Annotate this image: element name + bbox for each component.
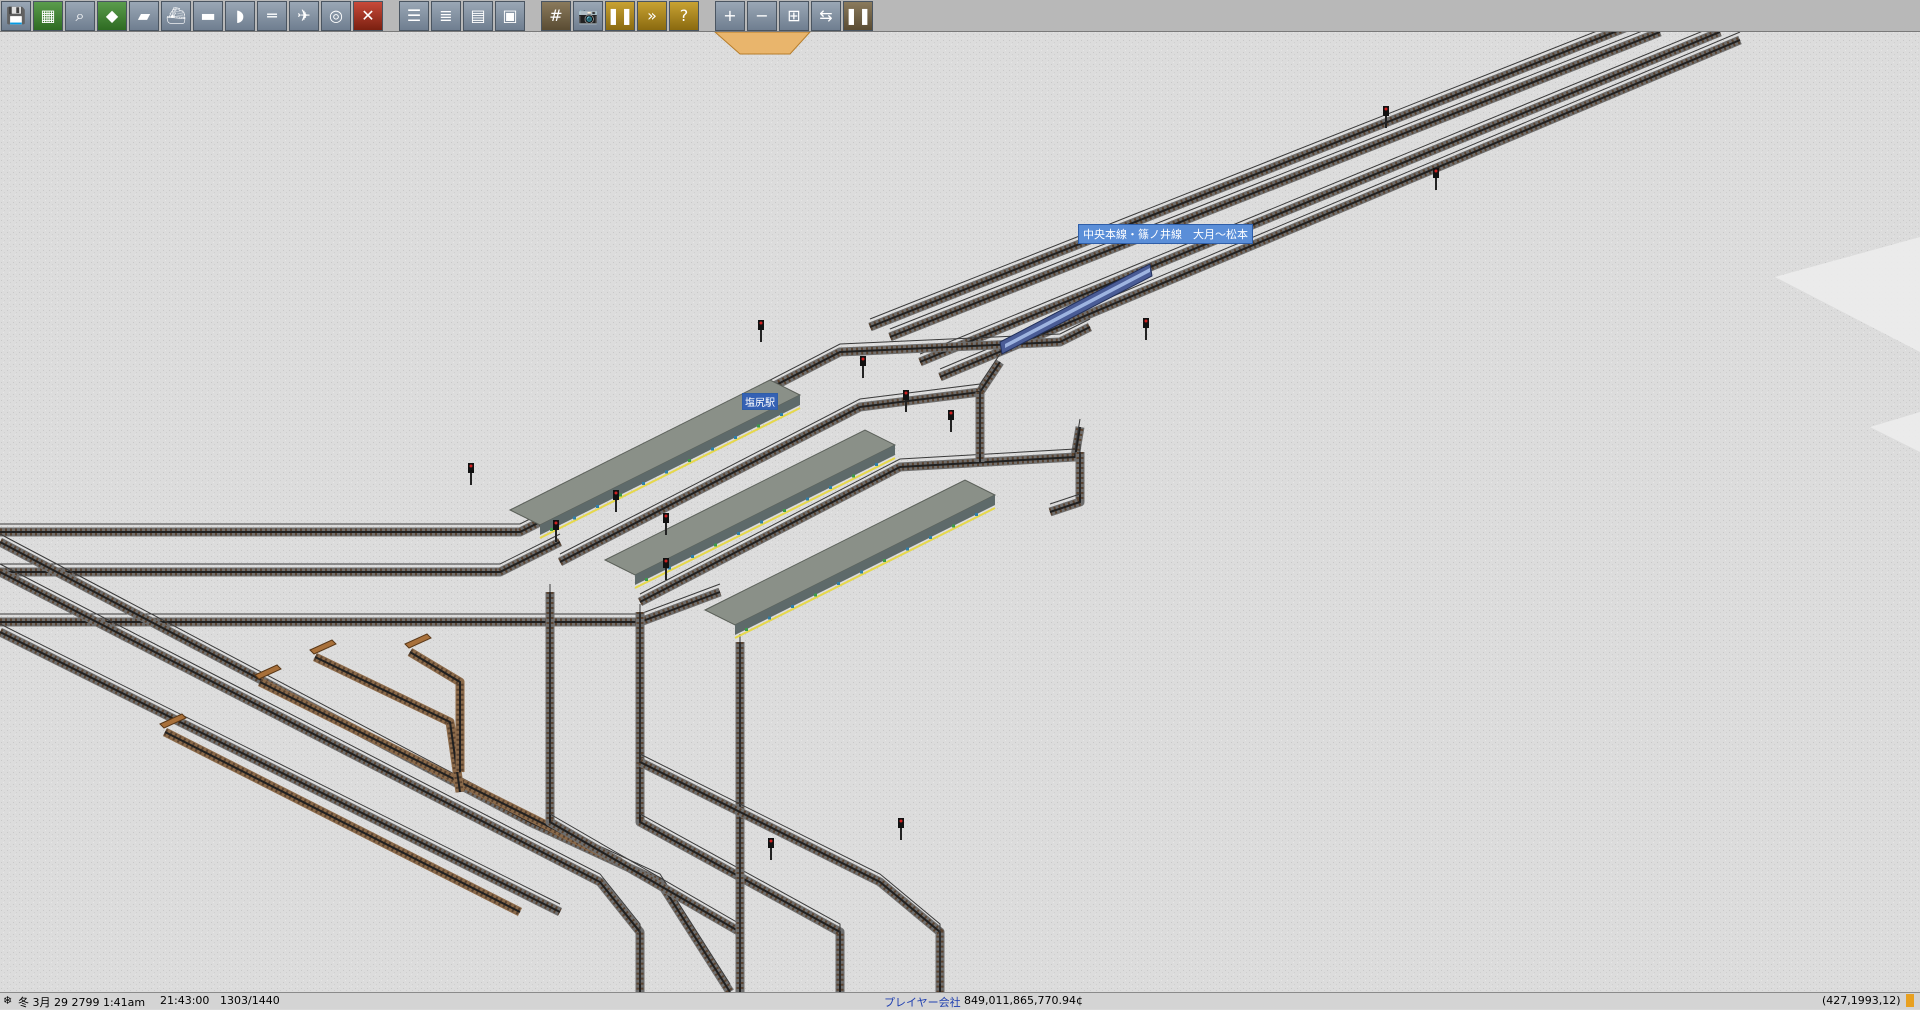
- remove-icon[interactable]: ✕: [353, 1, 383, 31]
- target-icon[interactable]: ◎: [321, 1, 351, 31]
- company-name[interactable]: プレイヤー会社: [884, 994, 961, 1010]
- date-time: 冬 3月 29 2799 1:41am: [18, 996, 146, 1009]
- pause-icon[interactable]: ❚❚: [605, 1, 635, 31]
- grid-icon[interactable]: ⊞: [779, 1, 809, 31]
- time-ratio: 1303/1440: [220, 994, 280, 1007]
- game-map[interactable]: [0, 32, 1920, 992]
- tram-icon[interactable]: ◗: [225, 1, 255, 31]
- fast-forward-icon[interactable]: »: [637, 1, 667, 31]
- pause2-icon[interactable]: ❚❚: [843, 1, 873, 31]
- zoom-out-icon[interactable]: −: [747, 1, 777, 31]
- line-name-label[interactable]: 中央本線・篠ノ井線 大月～松本: [1078, 224, 1253, 244]
- list-icon[interactable]: ≣: [431, 1, 461, 31]
- main-toolbar: 💾 ▦ ⌕ ◆ ▰ ⛴ ▬ ◗ ═ ✈ ◎ ✕ ☰ ≣ ▤ ▣ # 📷 ❚❚»? + − ⊞ ⇆ ❚❚: [0, 0, 1920, 32]
- train-icon[interactable]: ▰: [129, 1, 159, 31]
- alert-icon: [1906, 994, 1914, 1007]
- road-vehicle-icon[interactable]: ▬: [193, 1, 223, 31]
- camera-icon[interactable]: 📷: [573, 1, 603, 31]
- airplane-icon[interactable]: ✈: [289, 1, 319, 31]
- season-icon: ❄: [3, 994, 13, 1007]
- status-bar: ❄ 冬 3月 29 2799 1:41am 21:43:00 1303/1440…: [0, 992, 1920, 1009]
- money-display: 849,011,865,770.94¢: [964, 994, 1083, 1007]
- terrain-icon[interactable]: ◆: [97, 1, 127, 31]
- monorail-icon[interactable]: ═: [257, 1, 287, 31]
- help-icon[interactable]: ?: [669, 1, 699, 31]
- save-icon[interactable]: 💾: [1, 1, 31, 31]
- station-name-label[interactable]: 塩尻駅: [742, 393, 778, 410]
- network-icon[interactable]: ⇆: [811, 1, 841, 31]
- zoom-in-icon[interactable]: +: [715, 1, 745, 31]
- magnifier-icon[interactable]: ⌕: [65, 1, 95, 31]
- map-icon[interactable]: ▦: [33, 1, 63, 31]
- cursor-coordinates: (427,1993,12): [1822, 994, 1901, 1007]
- finance-icon[interactable]: ▤: [463, 1, 493, 31]
- goods-icon[interactable]: ▣: [495, 1, 525, 31]
- game-clock: 21:43:00: [160, 994, 210, 1007]
- ship-icon[interactable]: ⛴: [161, 1, 191, 31]
- rail-tool-icon[interactable]: #: [541, 1, 571, 31]
- schedule-icon[interactable]: ☰: [399, 1, 429, 31]
